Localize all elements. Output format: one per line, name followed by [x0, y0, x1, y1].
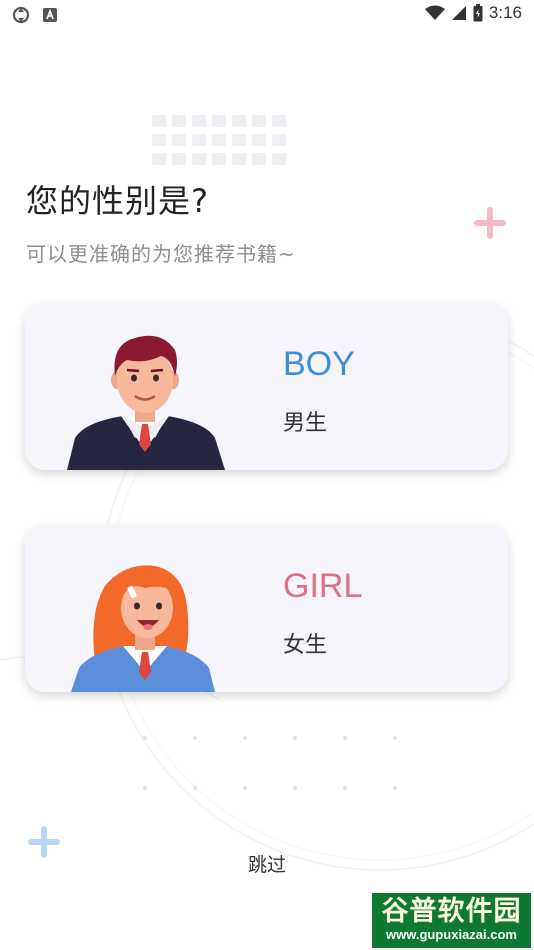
watermark-title: 谷普软件园	[381, 896, 522, 927]
boy-avatar-icon	[67, 335, 225, 470]
page-subtitle: 可以更准确的为您推荐书籍~	[26, 242, 296, 266]
girl-avatar-icon	[71, 565, 215, 692]
decorative-dots-row	[143, 786, 397, 790]
plus-icon	[474, 207, 506, 239]
skip-button-row: 跳过	[0, 848, 534, 879]
option-label-zh: 女生	[283, 633, 328, 658]
site-watermark: 谷普软件园 www.gupuxiazai.com	[372, 893, 531, 948]
battery-icon	[473, 4, 483, 22]
status-time: 3:16	[488, 3, 522, 22]
sync-icon	[12, 6, 30, 24]
decorative-dots-row	[143, 736, 397, 740]
option-label-en: BOY	[283, 345, 355, 383]
status-bar: 3:16	[0, 0, 534, 30]
watermark-url: www.gupuxiazai.com	[386, 927, 517, 942]
gender-option-girl[interactable]: GIRL 女生	[25, 525, 508, 692]
option-label-zh: 男生	[283, 411, 328, 436]
signal-icon	[451, 6, 466, 20]
wifi-icon	[424, 5, 445, 20]
decorative-dot-grid	[152, 115, 286, 165]
a-badge-icon	[43, 8, 57, 22]
gender-option-boy[interactable]: BOY 男生	[25, 303, 508, 470]
option-label-en: GIRL	[283, 567, 363, 605]
skip-button[interactable]: 跳过	[238, 848, 296, 879]
page-title: 您的性别是?	[26, 182, 209, 220]
